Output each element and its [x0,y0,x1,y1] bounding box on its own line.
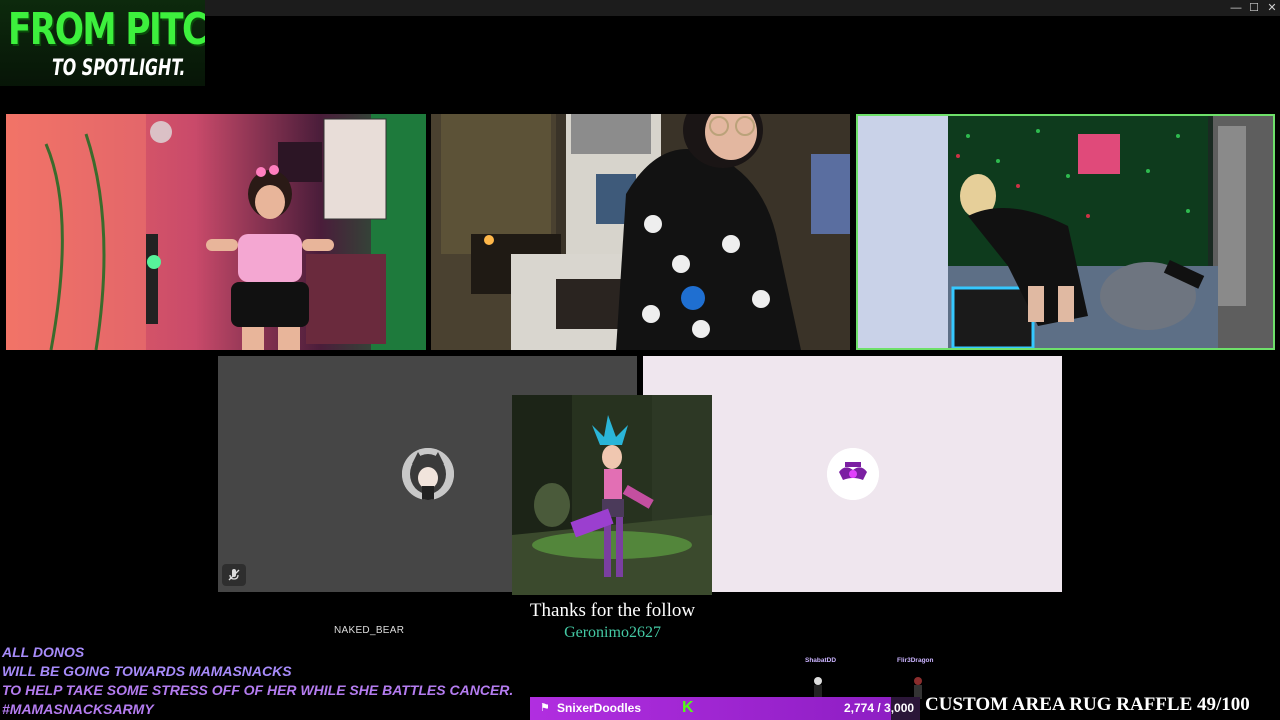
goal-flag-icon: ⚑ [540,702,550,714]
follow-alert-title: Thanks for the follow [529,600,696,621]
donation-line-2: WILL BE GOING TOWARDS MAMASNACKS [2,663,292,679]
raffle-banner: CUSTOM AREA RUG RAFFLE 49/100 [925,694,1250,715]
close-icon[interactable]: ✕ [1266,2,1278,14]
sub-goal-name: SnixerDoodles [557,701,642,715]
donation-hashtag: #MAMASNACKSARMY [2,701,154,717]
mini-avatar-name: ShabatDD [805,657,837,664]
avatar [402,448,454,500]
avatar [827,448,879,500]
mini-avatar-name: Flir3Dragon [897,657,934,664]
camera-tile-3-active[interactable] [856,114,1275,350]
mic-muted-icon[interactable] [222,564,246,586]
sub-goal-bar: ⚑ SnixerDoodles K 2,774 / 3,000 [530,697,920,720]
donation-line-1: ALL DONOS [2,644,85,660]
maximize-icon[interactable]: ☐ [1248,2,1260,14]
sub-goal-count: 2,774 / 3,000 [844,701,915,715]
donation-line-3: TO HELP TAKE SOME STRESS OFF OF HER WHIL… [2,682,514,698]
kick-logo-icon: K [682,699,694,716]
camera-tile-1[interactable] [6,114,426,350]
logo-line-2: TO SPOTLIGHT. [52,56,186,81]
event-logo: FROM PITCH TO SPOTLIGHT. [0,0,205,86]
participant-username: NAKED_BEAR [334,625,405,636]
camera-tile-2[interactable] [431,114,850,350]
logo-line-1: FROM PITCH [8,4,205,55]
follow-alert-image [512,395,712,595]
minimize-icon[interactable]: — [1230,2,1242,14]
follower-name: Geronimo2627 [564,624,661,641]
